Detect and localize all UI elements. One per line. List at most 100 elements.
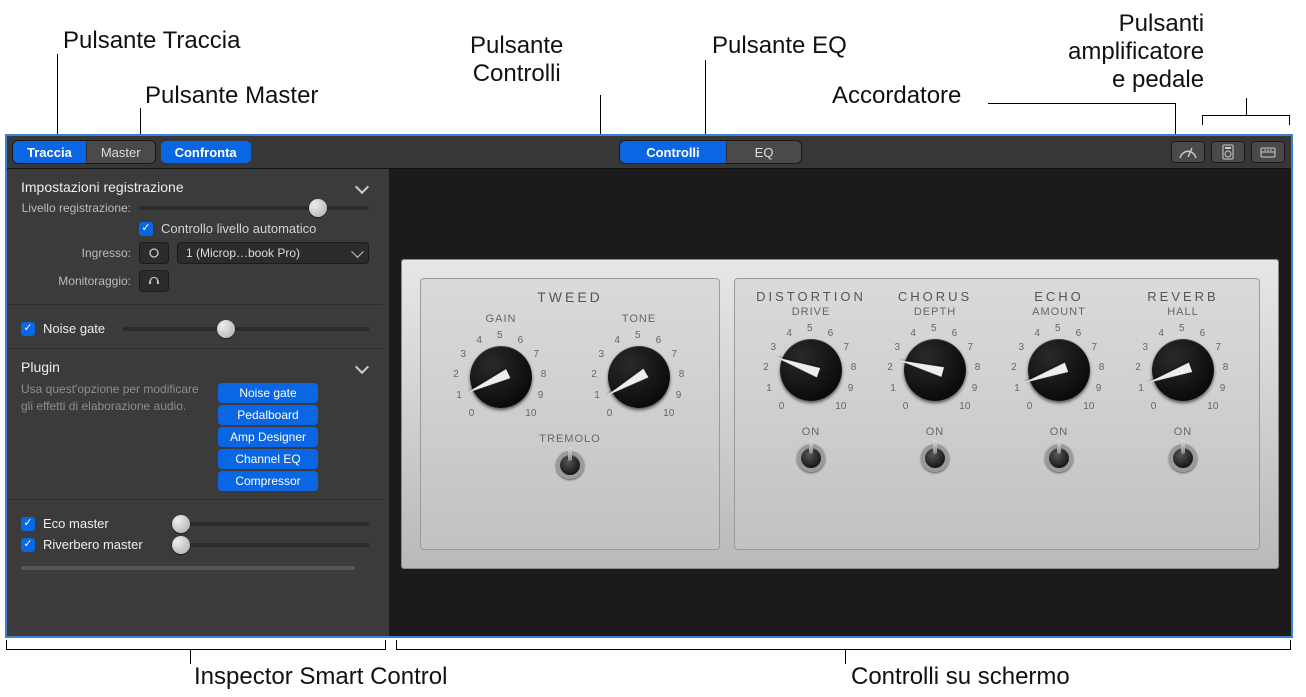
- leader: [57, 54, 58, 146]
- callout-eq-button: Pulsante EQ: [712, 32, 847, 60]
- master-button[interactable]: Master: [87, 141, 155, 163]
- on-label: ON: [802, 426, 821, 438]
- knob-label: DEPTH: [914, 306, 956, 318]
- auto-level-checkbox[interactable]: ✓: [139, 222, 153, 236]
- amp-icon: [1222, 144, 1234, 160]
- record-level-slider[interactable]: [139, 206, 369, 210]
- amp-button[interactable]: [1211, 141, 1245, 163]
- on-label: ON: [1050, 426, 1069, 438]
- eq-button[interactable]: EQ: [727, 141, 802, 163]
- master-fx-section: ✓ Eco master ✓ Riverbero master: [7, 500, 383, 576]
- eco-master-label: Eco master: [43, 516, 163, 531]
- inspector-panel: Impostazioni registrazione Livello regis…: [7, 169, 389, 636]
- knob-tick: 9: [1220, 383, 1226, 394]
- plugin-item[interactable]: Compressor: [218, 471, 318, 491]
- knob-tick: 5: [635, 330, 641, 341]
- track-button[interactable]: Traccia: [13, 141, 87, 163]
- knob-tick: 2: [763, 362, 769, 373]
- monitoring-label: Monitoraggio:: [21, 274, 131, 288]
- gain-knob[interactable]: 012345678910: [451, 327, 551, 427]
- plugin-item[interactable]: Pedalboard: [218, 405, 318, 425]
- callout-track-button: Pulsante Traccia: [63, 27, 240, 55]
- knob-tick: 10: [1083, 401, 1094, 412]
- knob-tick: 2: [1011, 362, 1017, 373]
- chevron-down-icon[interactable]: [355, 180, 369, 194]
- knob-tick: 4: [1034, 328, 1040, 339]
- knob-tick: 8: [1099, 362, 1105, 373]
- knob-tick: 7: [967, 342, 973, 353]
- slider-thumb[interactable]: [172, 515, 190, 533]
- pedal-button[interactable]: [1251, 141, 1285, 163]
- plugin-list: Noise gate Pedalboard Amp Designer Chann…: [218, 381, 318, 493]
- eco-master-slider[interactable]: [171, 522, 369, 526]
- callout-master-button: Pulsante Master: [145, 82, 318, 110]
- pedal-icon: [1260, 145, 1276, 159]
- knob-chorus-col: CHORUS DEPTH 012345678910: [875, 289, 995, 420]
- eco-master-checkbox[interactable]: ✓: [21, 517, 35, 531]
- knob-tick: 0: [779, 401, 785, 412]
- tuner-button[interactable]: [1171, 141, 1205, 163]
- knob-tick: 8: [679, 369, 685, 380]
- knob-reverb-col: REVERB HALL 012345678910: [1123, 289, 1243, 420]
- input-source-dropdown[interactable]: 1 (Microp…book Pro): [177, 242, 369, 264]
- smart-controls-window: Traccia Master Confronta Controlli EQ Im…: [5, 134, 1293, 638]
- knob-tick: 0: [903, 401, 909, 412]
- callout-inspector: Inspector Smart Control: [194, 663, 447, 691]
- input-mono-stereo-button[interactable]: [139, 242, 169, 264]
- knob-tick: 6: [518, 335, 524, 346]
- knob-tick: 1: [890, 383, 896, 394]
- chorus-switch[interactable]: [921, 444, 949, 472]
- knob-tick: 5: [1055, 323, 1061, 334]
- knob-tick: 0: [607, 408, 613, 419]
- knob-tick: 9: [972, 383, 978, 394]
- noise-gate-slider[interactable]: [123, 327, 369, 331]
- knob-label: GAIN: [486, 313, 517, 325]
- bracket: [1202, 115, 1290, 125]
- monitoring-button[interactable]: [139, 270, 169, 292]
- knob-tick: 2: [453, 369, 459, 380]
- reverb-master-slider[interactable]: [171, 543, 369, 547]
- knob-tick: 9: [676, 390, 682, 401]
- headphones-icon: [147, 275, 161, 287]
- chevron-down-icon[interactable]: [355, 360, 369, 374]
- leader: [845, 650, 846, 664]
- controls-eq-segment: Controlli EQ: [620, 141, 801, 163]
- callout-screen-controls: Controlli su schermo: [851, 663, 1070, 691]
- tone-knob[interactable]: 012345678910: [589, 327, 689, 427]
- distortion-switch[interactable]: [797, 444, 825, 472]
- plugin-title: Plugin: [21, 359, 60, 375]
- controls-button[interactable]: Controlli: [620, 141, 726, 163]
- tremolo-switch[interactable]: [556, 451, 584, 479]
- reverb-master-checkbox[interactable]: ✓: [21, 538, 35, 552]
- noise-gate-checkbox[interactable]: ✓: [21, 322, 35, 336]
- slider-thumb[interactable]: [172, 536, 190, 554]
- reverb-master-label: Riverbero master: [43, 537, 163, 552]
- slider-thumb[interactable]: [309, 199, 327, 217]
- knob-label: HALL: [1167, 306, 1199, 318]
- controls-surface: TWEED GAIN 012345678910 TONE: [389, 169, 1291, 636]
- compare-button[interactable]: Confronta: [161, 141, 251, 163]
- plugin-item[interactable]: Channel EQ: [218, 449, 318, 469]
- knob-tick: 7: [671, 349, 677, 360]
- knob-tick: 4: [1158, 328, 1164, 339]
- slider-thumb[interactable]: [217, 320, 235, 338]
- knob-tick: 7: [1215, 342, 1221, 353]
- plugin-description: Usa quest'opzione per modificare gli eff…: [21, 381, 206, 413]
- knob-tick: 5: [1179, 323, 1185, 334]
- knob-tick: 1: [1138, 383, 1144, 394]
- plugin-item[interactable]: Amp Designer: [218, 427, 318, 447]
- knob-tick: 8: [975, 362, 981, 373]
- knob-tick: 6: [828, 328, 834, 339]
- knob-tick: 5: [497, 330, 503, 341]
- knob-tick: 10: [959, 401, 970, 412]
- reverb-switch[interactable]: [1169, 444, 1197, 472]
- knob-tick: 3: [895, 342, 901, 353]
- drive-knob[interactable]: 012345678910: [761, 320, 861, 420]
- plugin-item[interactable]: Noise gate: [218, 383, 318, 403]
- hall-knob[interactable]: 012345678910: [1133, 320, 1233, 420]
- amount-knob[interactable]: 012345678910: [1009, 320, 1109, 420]
- knob-tick: 2: [887, 362, 893, 373]
- echo-switch[interactable]: [1045, 444, 1073, 472]
- depth-knob[interactable]: 012345678910: [885, 320, 985, 420]
- knob-tick: 2: [591, 369, 597, 380]
